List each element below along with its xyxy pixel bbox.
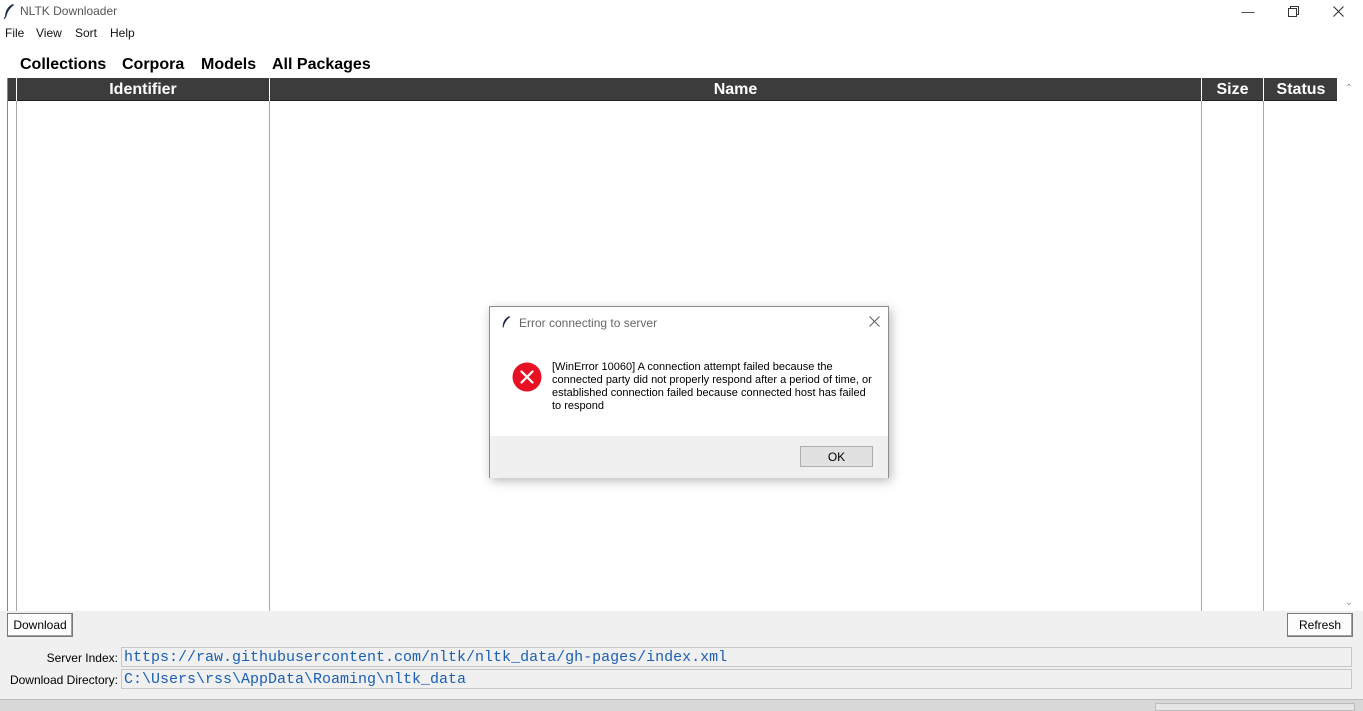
column-divider bbox=[1263, 101, 1264, 611]
server-index-field[interactable]: https://raw.githubusercontent.com/nltk/n… bbox=[121, 647, 1352, 667]
tab-corpora[interactable]: Corpora bbox=[122, 56, 184, 74]
download-button[interactable]: Download bbox=[7, 613, 73, 637]
server-index-label: Server Index: bbox=[46, 651, 118, 665]
menu-view[interactable]: View bbox=[36, 26, 62, 40]
column-header-status[interactable]: Status bbox=[1263, 78, 1338, 101]
menu-bar: File View Sort Help bbox=[0, 23, 1363, 43]
close-button[interactable] bbox=[1315, 0, 1361, 22]
tab-models[interactable]: Models bbox=[201, 56, 256, 74]
progress-bar bbox=[1155, 703, 1355, 711]
restore-button[interactable] bbox=[1270, 0, 1316, 22]
restore-icon bbox=[1287, 5, 1299, 17]
close-icon bbox=[868, 315, 880, 327]
column-header-size[interactable]: Size bbox=[1201, 78, 1263, 101]
download-directory-label: Download Directory: bbox=[9, 673, 118, 687]
table-header: Identifier Name Size Status bbox=[8, 78, 1338, 101]
dialog-message: [WinError 10060] A connection attempt fa… bbox=[552, 361, 872, 412]
download-directory-field[interactable]: C:\Users\rss\AppData\Roaming\nltk_data bbox=[121, 669, 1352, 689]
column-divider bbox=[1201, 101, 1202, 611]
window-title: NLTK Downloader bbox=[20, 4, 118, 18]
minimize-icon: — bbox=[1241, 3, 1255, 19]
column-header-identifier[interactable]: Identifier bbox=[16, 78, 269, 101]
package-tabs: Collections Corpora Models All Packages bbox=[0, 54, 1363, 78]
minimize-button[interactable]: — bbox=[1225, 0, 1271, 22]
scroll-down-arrow-icon[interactable]: ⌄ bbox=[1337, 594, 1361, 610]
error-icon bbox=[512, 362, 542, 392]
column-divider bbox=[269, 101, 270, 611]
dialog-footer: OK bbox=[490, 436, 888, 478]
menu-sort[interactable]: Sort bbox=[75, 26, 97, 40]
close-icon bbox=[1332, 5, 1344, 17]
column-header-name[interactable]: Name bbox=[269, 78, 1201, 101]
menu-help[interactable]: Help bbox=[110, 26, 135, 40]
dialog-close-button[interactable] bbox=[864, 312, 884, 330]
table-scrollbar[interactable]: ⌃ ⌄ bbox=[1337, 78, 1361, 611]
menu-file[interactable]: File bbox=[5, 26, 24, 40]
scroll-up-arrow-icon[interactable]: ⌃ bbox=[1337, 80, 1361, 96]
feather-icon bbox=[3, 4, 14, 19]
title-bar: NLTK Downloader — bbox=[0, 0, 1363, 22]
feather-icon bbox=[502, 316, 511, 328]
dialog-title: Error connecting to server bbox=[519, 316, 658, 330]
tab-all-packages[interactable]: All Packages bbox=[272, 56, 371, 74]
error-dialog: Error connecting to server [WinError 100… bbox=[489, 306, 889, 478]
ok-button[interactable]: OK bbox=[800, 446, 873, 467]
column-divider bbox=[16, 101, 17, 611]
tab-collections[interactable]: Collections bbox=[20, 56, 106, 74]
refresh-button[interactable]: Refresh bbox=[1287, 613, 1353, 637]
